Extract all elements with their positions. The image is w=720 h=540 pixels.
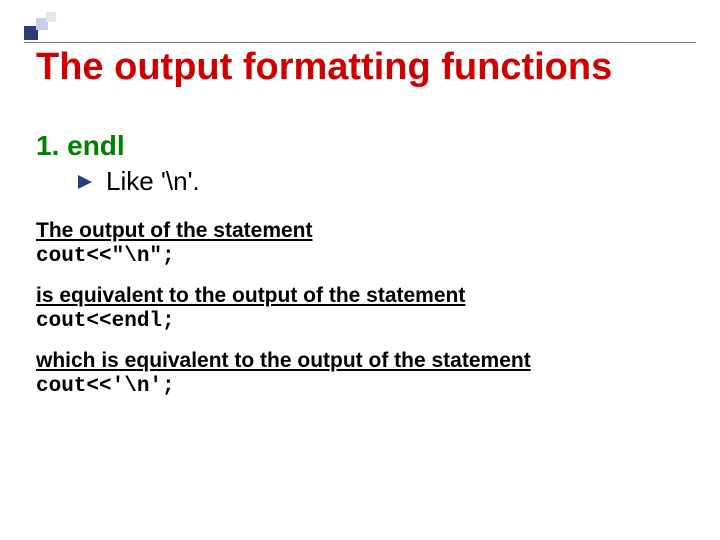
slide-title: The output formatting functions [36,46,612,89]
divider [24,42,696,43]
square-icon [46,12,56,22]
code-2: cout<<endl; [36,310,680,333]
bullet-arrow-icon [78,175,92,189]
slide: The output formatting functions 1. endl … [0,0,720,540]
list-item-1: 1. endl [36,130,680,162]
code-1: cout<<"\n"; [36,245,680,268]
code-3: cout<<'\n'; [36,375,680,398]
paragraph-1: The output of the statement [36,219,680,243]
paragraph-2: is equivalent to the output of the state… [36,284,680,308]
corner-decoration [24,12,60,42]
list-subitem: Like '\n'. [78,166,680,197]
paragraph-3: which is equivalent to the output of the… [36,349,680,373]
list-subitem-text: Like '\n'. [106,166,200,197]
slide-body: 1. endl Like '\n'. The output of the sta… [36,130,680,410]
